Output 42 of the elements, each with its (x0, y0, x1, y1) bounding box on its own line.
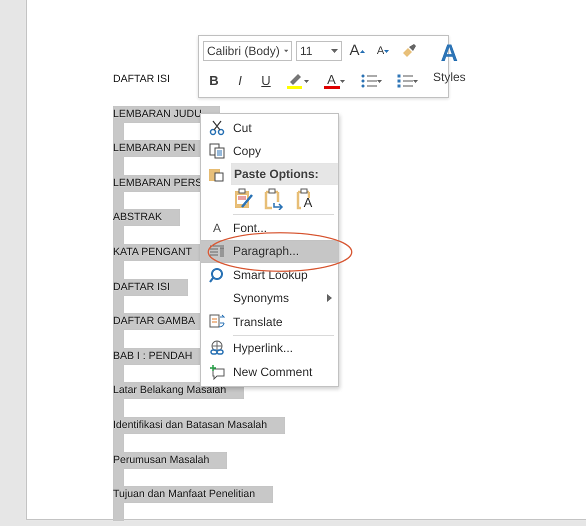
caret-icon (412, 80, 418, 82)
menu-item[interactable]: Smart Lookup (201, 263, 338, 286)
menu-item[interactable]: Synonyms (201, 286, 338, 310)
menu-item[interactable]: A Font... (201, 216, 338, 240)
copy-icon (209, 143, 225, 160)
paste-keep-formatting-button[interactable] (233, 188, 255, 210)
numbered-list-icon (396, 73, 412, 89)
styles-button[interactable]: A Styles (433, 40, 466, 93)
arrow-icon (384, 50, 390, 52)
arrow-icon (360, 50, 364, 52)
shrink-font-button[interactable]: A (372, 40, 394, 62)
font-icon: A (212, 218, 221, 237)
paste-text-only-button[interactable]: A (293, 188, 315, 210)
translate-icon (209, 314, 225, 330)
font-name-field[interactable]: Calibri (Body) (203, 41, 292, 61)
font-size-field[interactable]: 11 (296, 41, 342, 61)
caret-icon (331, 49, 338, 53)
caret-icon (284, 49, 288, 53)
menu-item[interactable]: Paragraph... (201, 240, 338, 263)
format-button[interactable]: U (255, 70, 277, 92)
paragraph-icon (209, 243, 225, 260)
caret-icon (304, 80, 308, 82)
bullet-list-icon (360, 73, 376, 89)
comment-icon (209, 364, 225, 380)
color-bar-icon (324, 86, 340, 89)
caret-icon (340, 80, 344, 82)
clipboard-icon (208, 166, 224, 182)
hyperlink-icon (209, 340, 225, 356)
menu-header: Paste Options: (231, 163, 338, 185)
paintbrush-icon (401, 43, 417, 59)
clipboard-arrow-icon (264, 188, 284, 210)
grow-font-button[interactable]: A (346, 40, 368, 62)
search-icon (209, 266, 225, 283)
format-button[interactable]: I (229, 70, 251, 92)
document-line: DAFTAR ISI (113, 72, 171, 87)
scissors-icon (209, 120, 225, 136)
format-button[interactable]: B (203, 70, 225, 92)
paste-merge-button[interactable] (263, 188, 285, 210)
highlighter-icon (286, 72, 304, 90)
clipboard-brush-icon (234, 188, 254, 210)
caret-icon (376, 80, 382, 82)
font-color-button[interactable]: A (317, 70, 351, 92)
